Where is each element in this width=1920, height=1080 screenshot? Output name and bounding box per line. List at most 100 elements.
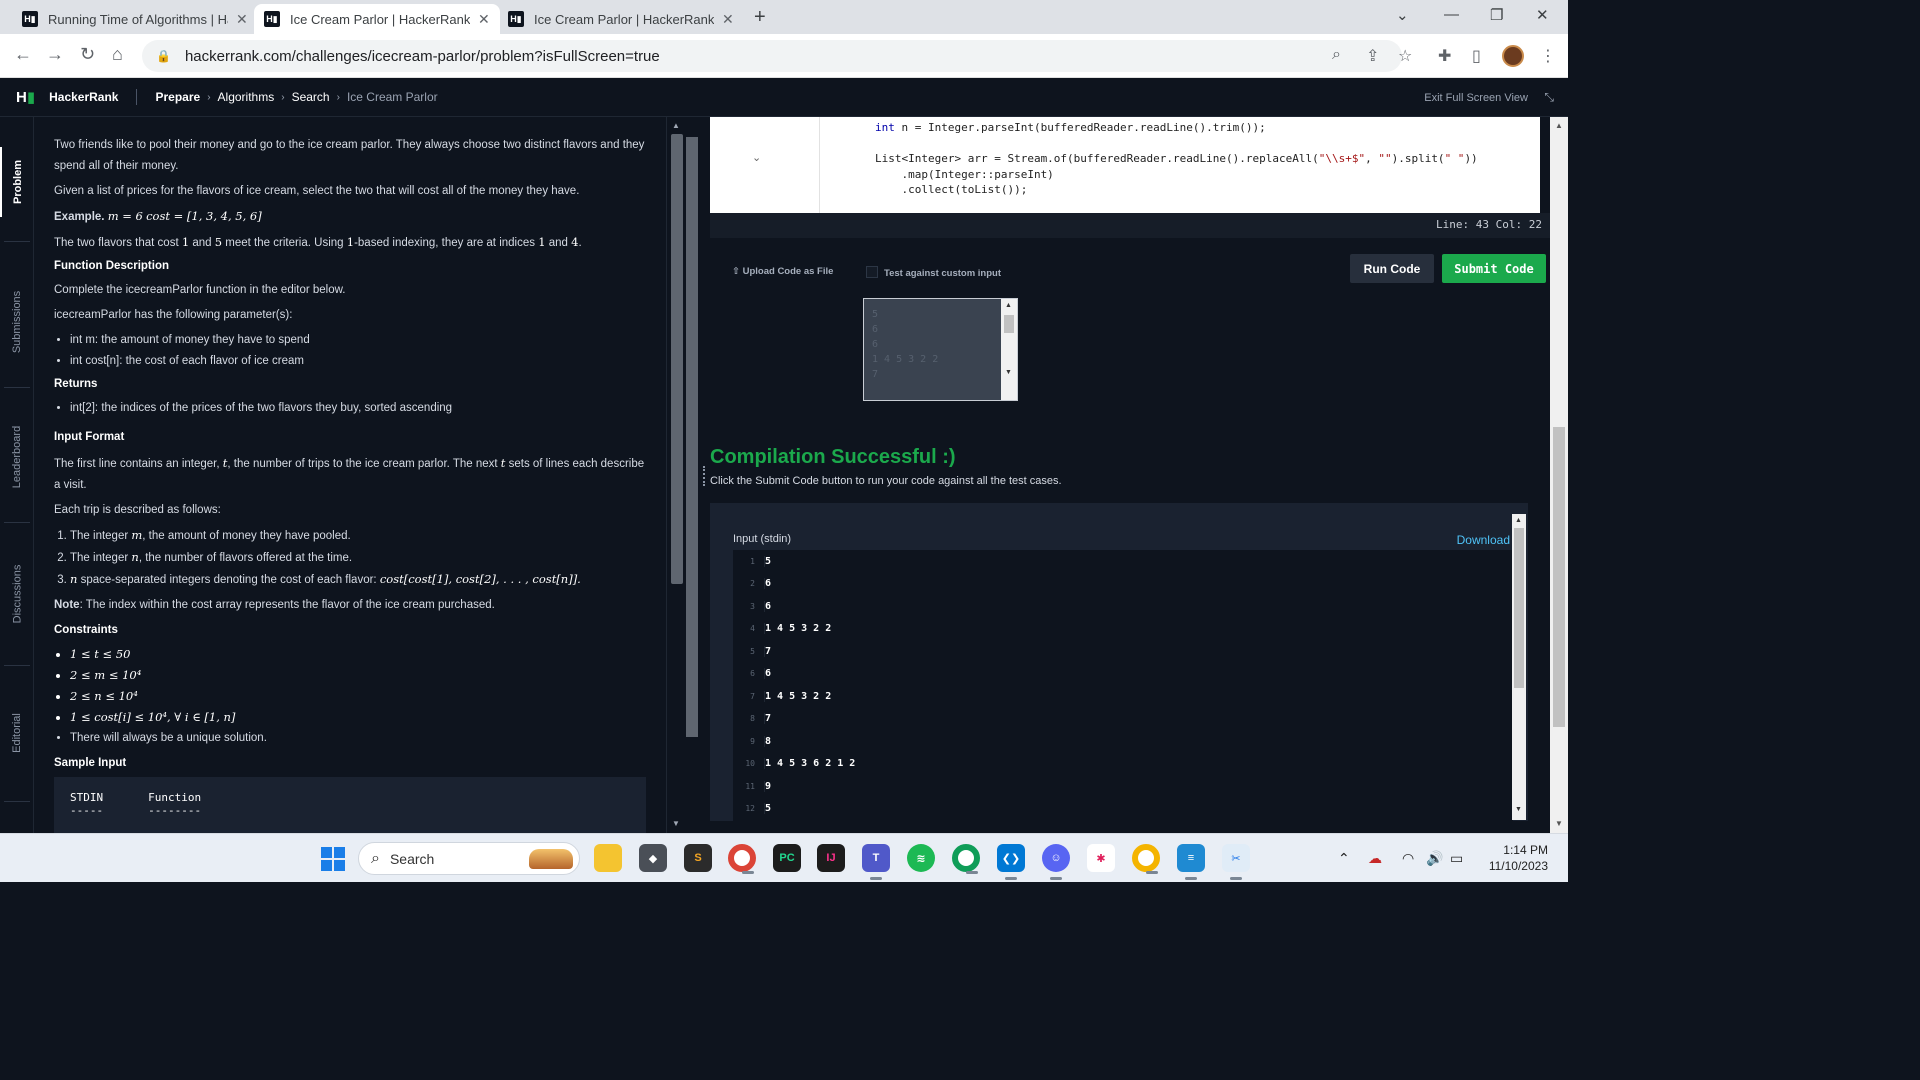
forward-icon[interactable]: →: [46, 44, 64, 65]
scroll-down-icon[interactable]: ▼: [1515, 806, 1522, 813]
scroll-up-icon[interactable]: ▲: [1005, 302, 1012, 309]
problem-scrollbar[interactable]: ▲ ▼: [666, 117, 686, 833]
scrollbar-thumb[interactable]: [686, 137, 698, 737]
pycharm-icon[interactable]: PC: [773, 844, 801, 872]
volume-icon[interactable]: 🔊: [1426, 850, 1443, 867]
split-scrollbar[interactable]: [686, 117, 700, 833]
extensions-icon[interactable]: ✚: [1438, 46, 1451, 66]
scrollbar-thumb[interactable]: [1553, 427, 1565, 727]
scroll-down-icon[interactable]: ▼: [1005, 369, 1012, 376]
system-clock[interactable]: 1:14 PM 11/10/2023: [1489, 842, 1548, 874]
lock-icon[interactable]: 🔒: [156, 49, 171, 63]
close-icon[interactable]: ✕: [478, 11, 490, 28]
onedrive-icon[interactable]: ☁: [1368, 850, 1382, 867]
new-tab-icon[interactable]: +: [754, 6, 766, 29]
scrollbar-thumb[interactable]: [1514, 528, 1524, 688]
code-text[interactable]: int n = Integer.parseInt(bufferedReader.…: [875, 120, 1478, 198]
back-icon[interactable]: ←: [14, 44, 32, 65]
app-cube-icon[interactable]: ◆: [639, 844, 667, 872]
results-scrollbar[interactable]: ▲ ▼: [1512, 514, 1526, 820]
close-icon[interactable]: ✕: [236, 11, 248, 28]
side-tab-problem[interactable]: Problem: [0, 147, 34, 217]
home-icon[interactable]: ⌂: [112, 44, 123, 65]
stdin-value: 7: [764, 645, 772, 657]
battery-icon[interactable]: ▭: [1450, 850, 1463, 867]
sublime-text-icon[interactable]: S: [684, 844, 712, 872]
chrome-icon[interactable]: [728, 844, 756, 874]
chrome-profile-icon[interactable]: [952, 844, 980, 874]
browser-tab-bar: H▮ Running Time of Algorithms | Ha ✕ H▮ …: [0, 0, 1568, 34]
snipping-tool-icon[interactable]: ✂: [1222, 844, 1250, 880]
exit-fullscreen-icon[interactable]: ⤡: [1544, 90, 1554, 105]
notepad-icon[interactable]: ≡: [1177, 844, 1205, 880]
breadcrumb-search[interactable]: Search: [292, 90, 330, 104]
problem-intro: Two friends like to pool their money and…: [54, 139, 645, 172]
wifi-icon[interactable]: ◠: [1402, 850, 1414, 867]
window-close-icon[interactable]: ✕: [1536, 6, 1549, 24]
windows-start-icon[interactable]: [321, 847, 345, 871]
browser-tab-ice-cream-active[interactable]: H▮ Ice Cream Parlor | HackerRank ✕: [254, 4, 500, 34]
code-editor[interactable]: ⌄ int n = Integer.parseInt(bufferedReade…: [710, 117, 1540, 213]
browser-tab-ice-cream[interactable]: H▮ Ice Cream Parlor | HackerRank ✕: [498, 4, 744, 34]
exit-fullscreen-link[interactable]: Exit Full Screen View: [1424, 92, 1528, 104]
example-label: Example.: [54, 211, 105, 223]
custom-input-label[interactable]: Test against custom input: [884, 268, 1001, 279]
side-panel-icon[interactable]: ▯: [1472, 46, 1481, 66]
brand-name[interactable]: HackerRank: [49, 90, 118, 104]
custom-input-textarea[interactable]: 5 6 6 1 4 5 3 2 2 7 ▲ ▼: [863, 298, 1018, 401]
scroll-down-icon[interactable]: ▼: [672, 819, 680, 828]
side-tab-leaderboard[interactable]: Leaderboard: [0, 412, 34, 502]
side-tab-submissions[interactable]: Submissions: [0, 277, 34, 367]
scroll-up-icon[interactable]: ▲: [1515, 517, 1522, 524]
sample-col-function: Function: [148, 791, 202, 804]
chevron-right-icon: ›: [207, 91, 211, 103]
chrome-alt-icon[interactable]: [1132, 844, 1160, 874]
side-tab-editorial[interactable]: Editorial: [0, 695, 34, 770]
submit-code-button[interactable]: Submit Code: [1442, 254, 1546, 283]
taskbar-search[interactable]: ⌕ Search: [358, 842, 580, 875]
example-cost: cost = [1, 3, 4, 5, 6]: [146, 209, 262, 223]
panel-resize-handle[interactable]: [703, 466, 707, 486]
zoom-icon[interactable]: ⌕: [1332, 46, 1341, 64]
tab-search-chevron-icon[interactable]: ⌄: [1396, 6, 1409, 24]
scroll-up-icon[interactable]: ▲: [1555, 121, 1563, 130]
clock-time: 1:14 PM: [1503, 843, 1548, 857]
scroll-down-icon[interactable]: ▼: [1555, 819, 1563, 828]
side-tab-discussions[interactable]: Discussions: [0, 549, 34, 639]
share-icon[interactable]: ⇪: [1366, 46, 1379, 66]
custom-input-scrollbar[interactable]: ▲ ▼: [1001, 299, 1017, 400]
scrollbar-thumb[interactable]: [671, 134, 683, 584]
function-description: Complete the icecreamParlor function in …: [54, 284, 346, 296]
chrome-menu-icon[interactable]: ⋮: [1540, 46, 1556, 66]
download-link[interactable]: Download: [1457, 533, 1510, 547]
scrollbar-thumb[interactable]: [1004, 315, 1014, 333]
run-code-button[interactable]: Run Code: [1350, 254, 1434, 283]
slack-icon[interactable]: ✱: [1087, 844, 1115, 872]
stdin-value: 1 4 5 3 2 2: [764, 623, 832, 635]
teams-icon[interactable]: T: [862, 844, 890, 880]
profile-avatar[interactable]: [1502, 45, 1524, 67]
breadcrumb-algorithms[interactable]: Algorithms: [218, 90, 275, 104]
page-scrollbar[interactable]: ▲ ▼: [1550, 117, 1568, 833]
intellij-icon[interactable]: IJ: [817, 844, 845, 872]
browser-tab-running-time[interactable]: H▮ Running Time of Algorithms | Ha ✕: [12, 4, 258, 34]
url-field[interactable]: 🔒 hackerrank.com/challenges/icecream-par…: [142, 40, 1402, 72]
list-item: The integer m, the amount of money they …: [70, 525, 646, 547]
spotify-icon[interactable]: ≋: [907, 844, 935, 872]
breadcrumb-prepare[interactable]: Prepare: [155, 90, 200, 104]
reload-icon[interactable]: ↻: [80, 44, 95, 65]
fold-chevron-icon[interactable]: ⌄: [752, 151, 761, 164]
scroll-up-icon[interactable]: ▲: [672, 121, 680, 130]
restore-icon[interactable]: ❐: [1490, 6, 1503, 24]
file-explorer-icon[interactable]: [594, 844, 622, 872]
minimize-icon[interactable]: —: [1444, 6, 1459, 23]
custom-input-checkbox[interactable]: [866, 266, 878, 278]
discord-icon[interactable]: ☺: [1042, 844, 1070, 880]
hackerrank-logo[interactable]: H▮: [16, 88, 35, 106]
vscode-icon[interactable]: ❮❯: [997, 844, 1025, 880]
tray-chevron-icon[interactable]: ⌃: [1338, 850, 1350, 867]
bookmark-star-icon[interactable]: ☆: [1398, 46, 1412, 66]
close-icon[interactable]: ✕: [722, 11, 734, 28]
upload-code-link[interactable]: ⇧ Upload Code as File: [732, 266, 833, 277]
returns-list: int[2]: the indices of the prices of the…: [70, 398, 646, 419]
